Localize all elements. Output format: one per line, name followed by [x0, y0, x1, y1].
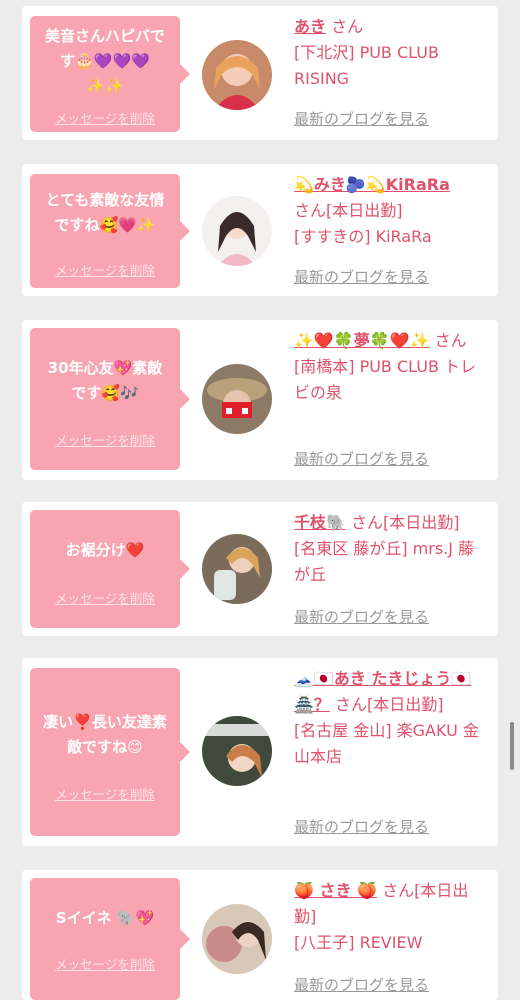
honorific: さん[本日出勤]: [351, 513, 460, 532]
sender-info: あき さん [下北沢] PUB CLUB RISING: [294, 14, 490, 92]
message-card: 美音さんハピバで す🎂💜💜💜 ✨✨ メッセージを削除 あき さん [下北沢] P…: [22, 6, 498, 140]
latest-blog-link[interactable]: 最新のブログを見る: [294, 448, 429, 469]
sender-name-link[interactable]: 💫みき🫐💫KiRaRa: [294, 175, 450, 194]
latest-blog-link[interactable]: 最新のブログを見る: [294, 108, 429, 129]
shop-info: [すすきの] KiRaRa: [294, 227, 432, 246]
delete-message-link[interactable]: メッセージを削除: [30, 784, 180, 803]
sender-info: 千枝🐘 さん[本日出勤] [名東区 藤が丘] mrs.J 藤が丘: [294, 510, 490, 588]
sender-name-link[interactable]: 🍑 さき 🍑: [294, 881, 377, 900]
delete-message-link[interactable]: メッセージを削除: [30, 260, 180, 279]
honorific: さん: [331, 17, 364, 36]
message-text: 凄い❣️長い友達素 敵ですね😊: [43, 713, 167, 756]
sender-info: 💫みき🫐💫KiRaRa さん[本日出勤] [すすきの] KiRaRa: [294, 172, 490, 250]
sender-info: 🗻🇯🇵あき たきじょう🇯🇵🏯？ さん[本日出勤] [名古屋 金山] 楽GAKU …: [294, 666, 490, 770]
message-text: とても素敵な友情 ですね🥰💗✨: [45, 191, 165, 234]
sender-info: 🍑 さき 🍑 さん[本日出勤] [八王子] REVIEW: [294, 878, 490, 956]
honorific: さん: [434, 331, 467, 350]
shop-info: [名古屋 金山] 楽GAKU 金山本店: [294, 721, 479, 766]
avatar[interactable]: [202, 534, 272, 604]
message-card: Sイイネ 🐘💖 メッセージを削除 🍑 さき 🍑 さん[本日出勤] [八王子] R…: [22, 870, 498, 1000]
sender-info: ✨❤️🍀夢🍀❤️✨ さん [南橋本] PUB CLUB トレビの泉: [294, 328, 490, 406]
avatar[interactable]: [202, 716, 272, 786]
delete-message-link[interactable]: メッセージを削除: [30, 588, 180, 607]
delete-message-link[interactable]: メッセージを削除: [30, 108, 180, 127]
message-card: お裾分け❤️ メッセージを削除 千枝🐘 さん[本日出勤] [名東区 藤が丘] m…: [22, 502, 498, 636]
latest-blog-link[interactable]: 最新のブログを見る: [294, 606, 429, 627]
message-card: 凄い❣️長い友達素 敵ですね😊 メッセージを削除 🗻🇯🇵あき たきじょう🇯🇵🏯？…: [22, 658, 498, 846]
shop-info: [下北沢] PUB CLUB RISING: [294, 43, 439, 88]
avatar[interactable]: [202, 904, 272, 974]
avatar[interactable]: [202, 196, 272, 266]
message-text: お裾分け❤️: [65, 541, 145, 559]
sender-name-link[interactable]: 千枝🐘: [294, 513, 346, 532]
shop-info: [八王子] REVIEW: [294, 933, 423, 952]
message-card: とても素敵な友情 ですね🥰💗✨ メッセージを削除 💫みき🫐💫KiRaRa さん[…: [22, 164, 498, 296]
message-bubble: お裾分け❤️ メッセージを削除: [30, 510, 190, 628]
shop-info: [名東区 藤が丘] mrs.J 藤が丘: [294, 539, 475, 584]
message-bubble: Sイイネ 🐘💖 メッセージを削除: [30, 878, 190, 1000]
message-text: 30年心友💖素敵 です🥰🎶: [47, 359, 163, 402]
delete-message-link[interactable]: メッセージを削除: [30, 430, 180, 449]
sender-name-link[interactable]: あき: [294, 17, 326, 36]
latest-blog-link[interactable]: 最新のブログを見る: [294, 816, 429, 837]
message-text: 美音さんハピバで す🎂💜💜💜 ✨✨: [44, 27, 165, 95]
message-bubble: 凄い❣️長い友達素 敵ですね😊 メッセージを削除: [30, 668, 190, 836]
avatar[interactable]: [202, 40, 272, 110]
message-bubble: 30年心友💖素敵 です🥰🎶 メッセージを削除: [30, 328, 190, 470]
sender-name-link[interactable]: ✨❤️🍀夢🍀❤️✨: [294, 331, 430, 350]
shop-info: [南橋本] PUB CLUB トレビの泉: [294, 357, 477, 402]
honorific: さん[本日出勤]: [335, 695, 444, 714]
message-text: Sイイネ 🐘💖: [55, 909, 155, 927]
latest-blog-link[interactable]: 最新のブログを見る: [294, 266, 429, 287]
avatar[interactable]: [202, 364, 272, 434]
latest-blog-link[interactable]: 最新のブログを見る: [294, 974, 429, 995]
honorific: さん[本日出勤]: [294, 201, 403, 220]
scrollbar[interactable]: [510, 722, 514, 770]
delete-message-link[interactable]: メッセージを削除: [30, 954, 180, 973]
message-bubble: とても素敵な友情 ですね🥰💗✨ メッセージを削除: [30, 174, 190, 288]
message-card: 30年心友💖素敵 です🥰🎶 メッセージを削除 ✨❤️🍀夢🍀❤️✨ さん [南橋本…: [22, 320, 498, 480]
message-bubble: 美音さんハピバで す🎂💜💜💜 ✨✨ メッセージを削除: [30, 16, 190, 132]
